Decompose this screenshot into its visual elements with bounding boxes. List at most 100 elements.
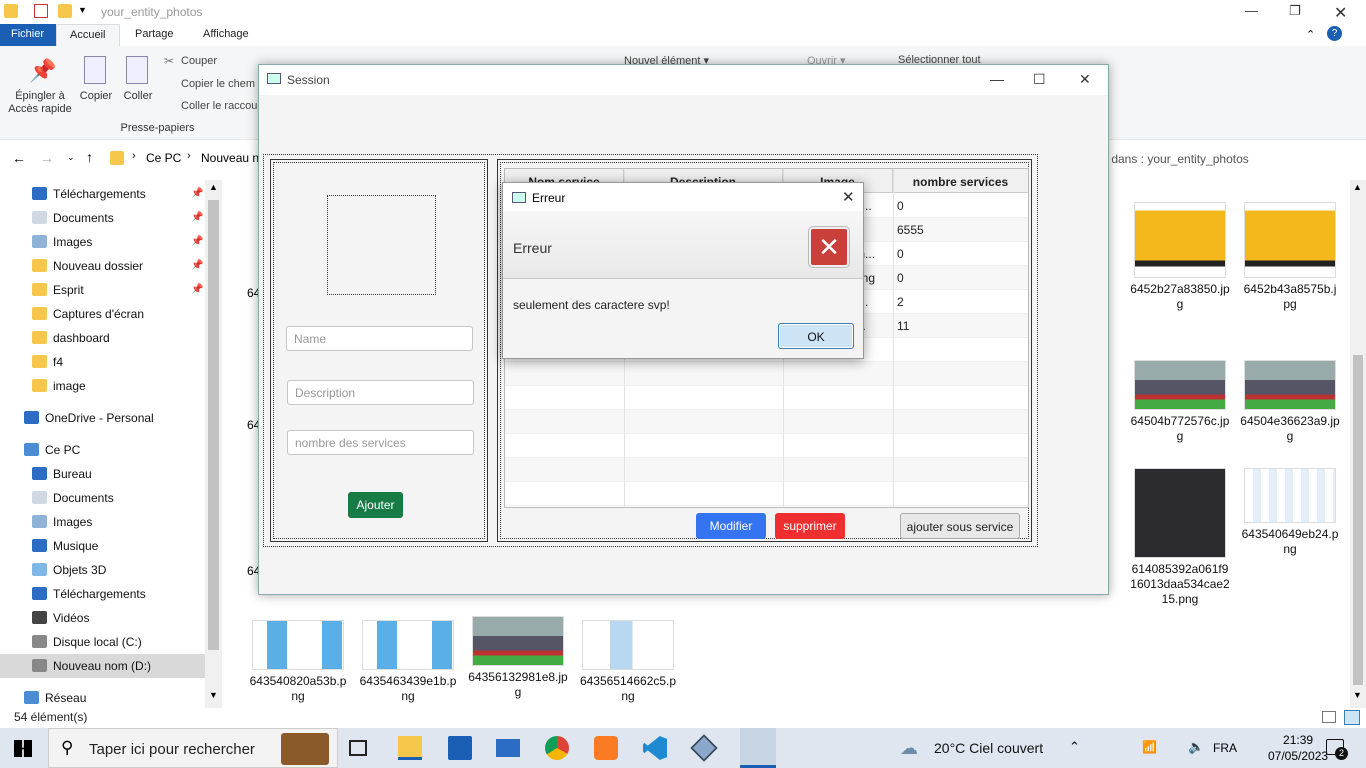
- close-button[interactable]: ✕: [1334, 3, 1347, 23]
- file-item[interactable]: 64356514662c5.p ng: [573, 620, 683, 704]
- table-row[interactable]: [505, 362, 1028, 386]
- name-input[interactable]: Name: [286, 326, 473, 351]
- ok-button[interactable]: OK: [778, 323, 854, 349]
- table-row[interactable]: [505, 410, 1028, 434]
- pin-icon[interactable]: 📌: [191, 212, 203, 223]
- clock[interactable]: 21:39 07/05/2023: [1268, 732, 1328, 764]
- close-button[interactable]: ✕: [1079, 71, 1091, 88]
- nav-item[interactable]: Nouveau nom (D:): [0, 654, 205, 678]
- cut-button[interactable]: Couper: [181, 55, 217, 67]
- dialog-close-button[interactable]: ✕: [842, 188, 855, 206]
- restore-button[interactable]: ❐: [1289, 3, 1301, 19]
- scroll-up-icon[interactable]: ▲: [209, 182, 218, 192]
- tray-chevron-icon[interactable]: ⌃: [1069, 739, 1080, 755]
- services-count-input[interactable]: nombre des services: [287, 430, 474, 455]
- task-view-icon[interactable]: [349, 740, 367, 756]
- ribbon-collapse-icon[interactable]: ⌃: [1306, 28, 1315, 41]
- new-folder-icon[interactable]: [58, 4, 72, 18]
- xampp-icon[interactable]: [594, 736, 618, 760]
- nav-item[interactable]: f4: [0, 350, 205, 374]
- nav-item[interactable]: Nouveau dossier 📌: [0, 254, 205, 278]
- table-row[interactable]: [505, 458, 1028, 482]
- nav-item[interactable]: Téléchargements: [0, 582, 205, 606]
- file-item[interactable]: 614085392a061f9 16013daa534cae2 15.png: [1125, 468, 1235, 607]
- details-view-icon[interactable]: [1322, 711, 1336, 723]
- taskbar-search[interactable]: ⚲ Taper ici pour rechercher: [48, 728, 338, 768]
- add-sub-service-button[interactable]: ajouter sous service: [900, 513, 1020, 539]
- table-row[interactable]: [505, 434, 1028, 458]
- scroll-down-icon[interactable]: ▼: [209, 690, 218, 700]
- file-item[interactable]: 6452b27a83850.jp g: [1125, 202, 1235, 312]
- nav-item[interactable]: Disque local (C:): [0, 630, 205, 654]
- main-scrollbar-thumb[interactable]: [1353, 355, 1363, 685]
- minimize-button[interactable]: —: [990, 71, 1004, 87]
- file-item[interactable]: 64504e36623a9.jp g: [1235, 360, 1345, 444]
- add-button[interactable]: Ajouter: [348, 492, 403, 518]
- quick-access-dropdown-icon[interactable]: ▼: [78, 5, 87, 15]
- search-field[interactable]: r dans : your_entity_photos: [1100, 148, 1360, 170]
- nav-item[interactable]: Bureau: [0, 462, 205, 486]
- paste-shortcut-button[interactable]: Coller le raccou: [181, 100, 257, 112]
- nav-item[interactable]: dashboard: [0, 326, 205, 350]
- modify-button[interactable]: Modifier: [696, 513, 766, 539]
- main-scrollbar[interactable]: ▲ ▼: [1350, 180, 1366, 708]
- nav-item[interactable]: Images: [0, 510, 205, 534]
- nav-item[interactable]: Images 📌: [0, 230, 205, 254]
- forward-arrow-icon[interactable]: →: [40, 150, 54, 166]
- description-input[interactable]: Description: [287, 380, 474, 405]
- tray-volume-icon[interactable]: 🔈: [1188, 739, 1204, 755]
- help-icon[interactable]: ?: [1327, 26, 1342, 41]
- file-item[interactable]: 6452b43a8575b.j pg: [1235, 202, 1345, 312]
- java-taskbar-icon[interactable]: [740, 728, 776, 768]
- mail-icon[interactable]: [496, 739, 520, 757]
- column-header-nombre-services[interactable]: nombre services: [893, 169, 1028, 193]
- properties-icon[interactable]: [34, 4, 48, 18]
- delete-button[interactable]: supprimer: [775, 513, 845, 539]
- nav-item[interactable]: Ce PC: [0, 438, 205, 462]
- image-preview[interactable]: [327, 195, 436, 295]
- minimize-button[interactable]: —: [1245, 3, 1258, 18]
- file-explorer-taskbar-icon[interactable]: [398, 736, 422, 760]
- address-field[interactable]: › Ce PC › Nouveau n: [106, 148, 266, 170]
- menu-fichier[interactable]: Fichier: [0, 24, 56, 46]
- up-arrow-icon[interactable]: ↑: [86, 149, 93, 165]
- nav-item[interactable]: Téléchargements 📌: [0, 182, 205, 206]
- nav-item[interactable]: Esprit 📌: [0, 278, 205, 302]
- scroll-down-icon[interactable]: ▼: [1353, 690, 1362, 700]
- nav-item[interactable]: Vidéos: [0, 606, 205, 630]
- file-item[interactable]: 643540820a53b.p ng: [243, 620, 353, 704]
- paste-button[interactable]: Coller: [120, 90, 156, 102]
- nav-item[interactable]: image: [0, 374, 205, 398]
- file-item[interactable]: 6435463439e1b.p ng: [353, 620, 463, 704]
- windows-start-icon[interactable]: [14, 740, 32, 757]
- file-item[interactable]: 64504b772576c.jp g: [1125, 360, 1235, 444]
- copy-path-button[interactable]: Copier le chem: [181, 78, 255, 90]
- pin-icon[interactable]: 📌: [191, 260, 203, 271]
- breadcrumb-ce-pc[interactable]: Ce PC: [146, 151, 181, 165]
- table-row[interactable]: [505, 386, 1028, 410]
- file-item[interactable]: 64356132981e8.jp g: [463, 616, 573, 700]
- file-item[interactable]: 643540649eb24.p ng: [1235, 468, 1345, 557]
- pin-quick-access-button[interactable]: Épingler à Accès rapide: [6, 90, 74, 116]
- menu-accueil[interactable]: Accueil: [56, 24, 120, 48]
- large-icons-view-icon[interactable]: [1344, 710, 1360, 725]
- tray-network-icon[interactable]: 📶: [1142, 740, 1157, 754]
- pin-icon[interactable]: 📌: [191, 236, 203, 247]
- nav-item[interactable]: Captures d'écran: [0, 302, 205, 326]
- copy-button[interactable]: Copier: [78, 90, 114, 102]
- vscode-icon[interactable]: [643, 736, 667, 760]
- store-icon[interactable]: [448, 736, 472, 760]
- nav-item[interactable]: OneDrive - Personal: [0, 406, 205, 430]
- nav-scrollbar-thumb[interactable]: [208, 200, 219, 650]
- nav-scrollbar[interactable]: ▲ ▼: [205, 180, 222, 708]
- weather-text[interactable]: 20°C Ciel couvert: [934, 740, 1043, 756]
- menu-partage[interactable]: Partage: [135, 28, 174, 40]
- pin-icon[interactable]: 📌: [191, 188, 203, 199]
- menu-affichage[interactable]: Affichage: [203, 28, 249, 40]
- recent-dropdown-icon[interactable]: ⌄: [67, 152, 75, 163]
- back-arrow-icon[interactable]: ←: [12, 150, 26, 166]
- virtualbox-icon[interactable]: [690, 734, 718, 762]
- language-indicator[interactable]: FRA: [1213, 741, 1237, 755]
- nav-item[interactable]: Réseau: [0, 686, 205, 710]
- maximize-button[interactable]: ☐: [1033, 71, 1046, 88]
